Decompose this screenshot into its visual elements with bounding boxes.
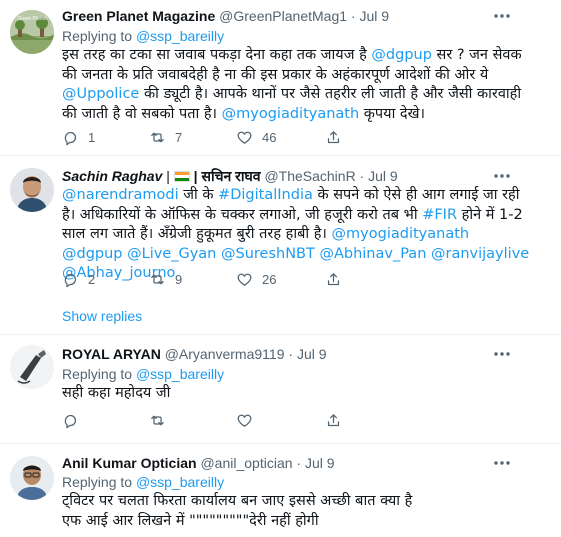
like-button[interactable]: 26 xyxy=(236,271,276,288)
author-name[interactable]: Anil Kumar Optician xyxy=(62,455,197,471)
like-count: 46 xyxy=(262,130,277,145)
author-handle[interactable]: @GreenPlanetMag1 xyxy=(219,8,347,24)
avatar[interactable]: Green Planet xyxy=(10,10,54,54)
share-icon xyxy=(327,273,340,286)
mention-link[interactable]: @myogiadityanath xyxy=(332,226,470,242)
tweet-header: Anil Kumar Optician @anil_optician · Jul… xyxy=(62,454,335,472)
author-handle[interactable]: @TheSachinR xyxy=(264,168,355,184)
reply-count: 1 xyxy=(88,130,96,145)
text-line: एफ आई आर लिखने में """""""""देरी नहीं हो… xyxy=(62,512,319,529)
avatar[interactable] xyxy=(10,456,54,500)
mention-link[interactable]: @dgpup xyxy=(62,246,123,262)
replying-to: Replying to @ssp_bareilly xyxy=(62,473,224,491)
share-icon xyxy=(327,131,340,144)
reply-icon xyxy=(64,131,77,146)
hashtag-link[interactable]: #DigitalIndia xyxy=(218,187,313,203)
share-icon xyxy=(327,414,340,427)
mention-link[interactable]: @Live_Gyan xyxy=(127,246,216,262)
mention-link[interactable]: @myogiadityanath xyxy=(222,106,360,122)
timestamp[interactable]: · Jul 9 xyxy=(360,168,398,184)
avatar[interactable] xyxy=(10,168,54,212)
reply-icon xyxy=(64,414,77,429)
retweet-icon xyxy=(151,274,164,285)
avatar-image xyxy=(10,168,54,212)
share-button[interactable] xyxy=(325,271,342,288)
india-flag-icon xyxy=(173,171,190,182)
hashtag-link[interactable]: #FIR xyxy=(422,207,457,223)
replying-to-link[interactable]: @ssp_bareilly xyxy=(136,366,224,382)
avatar-image xyxy=(10,456,54,500)
mention-link[interactable]: @ranvijaylive xyxy=(431,246,529,262)
heart-icon xyxy=(237,273,252,286)
replying-prefix: Replying to xyxy=(62,474,136,490)
replying-prefix: Replying to xyxy=(62,28,136,44)
avatar-logo-text: Green Planet xyxy=(17,16,47,22)
tweet-text: ट्विटर पर चलता फिरता कार्यालय बन जाए इसस… xyxy=(62,492,532,531)
more-options-icon[interactable] xyxy=(493,173,511,179)
avatar[interactable] xyxy=(10,345,54,389)
share-button[interactable] xyxy=(325,412,342,429)
heart-icon xyxy=(237,414,252,427)
retweet-count: 9 xyxy=(175,272,183,287)
author-name-hindi[interactable]: | सचिन राघव xyxy=(190,168,261,184)
retweet-button[interactable] xyxy=(149,412,166,429)
like-button[interactable]: 46 xyxy=(236,129,276,146)
more-options-icon[interactable] xyxy=(493,13,511,19)
text-segment: जी के xyxy=(178,187,219,203)
text-segment: कृपया देखे। xyxy=(359,105,425,122)
like-button[interactable] xyxy=(236,412,253,429)
avatar-image: Green Planet xyxy=(10,10,54,54)
tweet-header: ROYAL ARYAN @Aryanverma9119 · Jul 9 xyxy=(62,345,327,363)
text-line: ट्विटर पर चलता फिरता कार्यालय बन जाए इसस… xyxy=(62,493,413,509)
retweet-button[interactable]: 9 xyxy=(149,271,182,288)
tweet-header: Sachin Raghav | | सचिन राघव @TheSachinR … xyxy=(62,167,398,185)
mention-link[interactable]: @narendramodi xyxy=(62,187,179,203)
mention-link[interactable]: @Abhinav_Pan xyxy=(319,246,426,262)
replying-to-link[interactable]: @ssp_bareilly xyxy=(136,28,224,44)
author-name[interactable]: Sachin Raghav xyxy=(62,168,162,184)
mention-link[interactable]: @Uppolice xyxy=(62,86,139,102)
author-name[interactable]: ROYAL ARYAN xyxy=(62,346,161,362)
replying-to-link[interactable]: @ssp_bareilly xyxy=(136,474,224,490)
reply-icon xyxy=(64,273,77,288)
author-name[interactable]: Green Planet Magazine xyxy=(62,8,215,24)
name-separator: | xyxy=(166,168,174,184)
author-handle[interactable]: @Aryanverma9119 xyxy=(165,346,285,362)
retweet-count: 7 xyxy=(175,130,183,145)
heart-icon xyxy=(237,131,252,144)
tweet-royal-aryan[interactable]: ROYAL ARYAN @Aryanverma9119 · Jul 9 Repl… xyxy=(0,335,561,445)
reply-button[interactable] xyxy=(62,412,79,429)
timestamp[interactable]: · Jul 9 xyxy=(296,455,334,471)
retweet-icon xyxy=(151,132,164,143)
author-handle[interactable]: @anil_optician xyxy=(200,455,292,471)
reply-count: 2 xyxy=(88,272,96,287)
replying-to: Replying to @ssp_bareilly xyxy=(62,365,224,383)
tweet-anil-kumar[interactable]: Anil Kumar Optician @anil_optician · Jul… xyxy=(0,444,561,537)
timestamp[interactable]: · Jul 9 xyxy=(288,346,326,362)
tweet-header: Green Planet Magazine @GreenPlanetMag1 ·… xyxy=(62,7,389,25)
tweet-green-planet[interactable]: Green Planet Green Planet Magazine @Gree… xyxy=(0,0,561,160)
avatar-image xyxy=(10,345,54,389)
share-button[interactable] xyxy=(325,129,342,146)
replying-prefix: Replying to xyxy=(62,366,136,382)
like-count: 26 xyxy=(262,272,277,287)
retweet-icon xyxy=(151,415,164,426)
reply-button[interactable]: 1 xyxy=(62,129,95,146)
replying-to: Replying to @ssp_bareilly xyxy=(62,27,224,45)
tweet-text: सही कहा महोदय जी xyxy=(62,385,171,401)
show-replies-link[interactable]: Show replies xyxy=(62,308,142,324)
text-segment: इस तरह का टका सा जवाब पकड़ा देना कहा तक … xyxy=(62,47,372,63)
tweet-text: इस तरह का टका सा जवाब पकड़ा देना कहा तक … xyxy=(62,46,532,124)
more-options-icon[interactable] xyxy=(493,351,511,357)
timestamp[interactable]: · Jul 9 xyxy=(351,8,389,24)
tweet-text: @narendramodi जी के #DigitalIndia के सपन… xyxy=(62,186,532,284)
mention-link[interactable]: @SureshNBT xyxy=(221,246,315,262)
retweet-button[interactable]: 7 xyxy=(149,129,182,146)
mention-link[interactable]: @dgpup xyxy=(371,47,432,63)
reply-button[interactable]: 2 xyxy=(62,271,95,288)
more-options-icon[interactable] xyxy=(493,460,511,466)
